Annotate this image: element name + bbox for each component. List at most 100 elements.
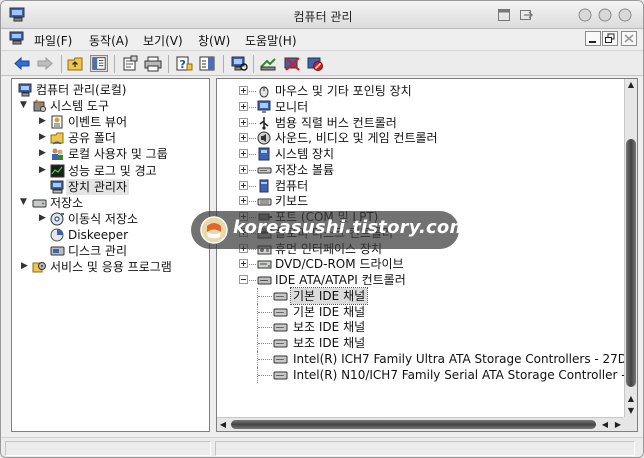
show-hide-action-pane-icon[interactable]: [198, 55, 216, 72]
tree-node[interactable]: ▶ 성능 로그 및 경고: [12, 163, 209, 179]
collapsed-triangle-icon[interactable]: ▶: [39, 149, 48, 158]
close-button-icon[interactable]: [618, 8, 632, 22]
device-tree-node[interactable]: 사운드, 비디오 및 게임 컨트롤러: [217, 130, 625, 146]
tree-node[interactable]: ▶ 로컬 사용자 및 그룹: [12, 146, 209, 162]
expand-plus-icon[interactable]: [239, 196, 248, 206]
back-arrow-icon[interactable]: [13, 55, 31, 72]
watermark-text: koreasushi.tistory.com: [233, 217, 469, 238]
expanded-triangle-icon[interactable]: ▼: [20, 197, 29, 207]
document-menu-icon[interactable]: [9, 31, 26, 46]
collapse-minus-icon[interactable]: [239, 275, 248, 284]
device-tree-node[interactable]: Intel(R) ICH7 Family Ultra ATA Storage C…: [217, 350, 634, 367]
tree-node[interactable]: ▶ 공유 폴더: [12, 130, 209, 146]
collapsed-triangle-icon[interactable]: ▶: [39, 213, 48, 223]
tree-line: [249, 201, 256, 203]
tree-node[interactable]: 장치 관리자: [12, 178, 209, 195]
system-device-icon: [257, 147, 272, 161]
properties-icon[interactable]: [121, 55, 139, 72]
expanded-triangle-icon[interactable]: ▼: [20, 101, 29, 110]
device-tree-node[interactable]: 보조 IDE 채널: [217, 335, 625, 351]
menu-help[interactable]: 도움말(H): [245, 32, 297, 49]
disable-device-icon[interactable]: [306, 55, 324, 72]
help-icon[interactable]: ?: [175, 55, 193, 72]
device-tree-node[interactable]: 범용 직렬 버스 컨트롤러: [217, 115, 625, 131]
storage-icon: [32, 196, 47, 210]
child-restore-button[interactable]: [602, 31, 618, 46]
tree-node[interactable]: ▼ 시스템 도구: [12, 98, 209, 114]
maximize-button-icon[interactable]: [598, 8, 612, 22]
device-tree-node[interactable]: 저장소 볼륨: [217, 162, 625, 178]
up-folder-icon[interactable]: [67, 55, 85, 72]
expand-plus-icon[interactable]: [239, 101, 248, 111]
menu-file[interactable]: 파일(F): [34, 32, 72, 49]
tree-node[interactable]: Diskeeper: [12, 227, 209, 243]
scroll-up-icon[interactable]: ▲: [625, 79, 637, 91]
expand-plus-icon[interactable]: [239, 164, 248, 174]
horizontal-scrollbar[interactable]: ◀ ◀ ▶: [217, 417, 625, 431]
tree-node[interactable]: 디스크 관리: [12, 243, 209, 259]
scroll-left-icon[interactable]: ◀: [217, 419, 229, 431]
collapsed-triangle-icon[interactable]: ▶: [39, 133, 48, 142]
ide-channel-icon: [273, 352, 288, 366]
minimize-button-icon[interactable]: [578, 8, 592, 22]
device-node-label: IDE ATA/ATAPI 컨트롤러: [275, 273, 406, 287]
child-close-button[interactable]: [621, 31, 637, 46]
device-tree-node[interactable]: 마우스 및 기타 포인팅 장치: [217, 83, 625, 99]
tree-node-label: 서비스 및 응용 프로그램: [50, 260, 172, 275]
move-to-desktop-icon[interactable]: [519, 8, 533, 22]
device-tree-node[interactable]: 시스템 장치: [217, 146, 625, 162]
expand-plus-icon[interactable]: [239, 259, 248, 269]
device-node-label: 모니터: [275, 99, 309, 114]
tree-node-label: Diskeeper: [68, 227, 129, 242]
menu-action[interactable]: 동작(A): [89, 32, 129, 49]
device-tree-node[interactable]: IDE ATA/ATAPI 컨트롤러: [217, 272, 625, 288]
tree-line: [249, 138, 256, 140]
console-tree-pane[interactable]: 컴퓨터 관리(로컬) ▼ 시스템 도구 ▶ 이벤트 뷰어 ▶ 공유 폴더 ▶ 로컬 사용자 및 …: [11, 78, 210, 432]
horizontal-scroll-thumb[interactable]: [231, 420, 596, 429]
tree-node[interactable]: 컴퓨터 관리(로컬): [12, 82, 209, 98]
expand-plus-icon[interactable]: [239, 133, 248, 143]
print-icon[interactable]: [144, 55, 162, 72]
shared-folder-icon: [50, 131, 65, 145]
expand-plus-icon[interactable]: [239, 180, 248, 190]
menu-window[interactable]: 창(W): [198, 32, 230, 49]
tree-node[interactable]: ▶ 이동식 저장소: [12, 211, 209, 227]
device-tree-node[interactable]: DVD/CD-ROM 드라이브: [217, 256, 625, 272]
expand-plus-icon[interactable]: [239, 117, 248, 127]
device-list-pane[interactable]: 마우스 및 기타 포인팅 장치 모니터 범용 직렬 버스 컨트롤러 사운드, 비디오 …: [216, 78, 638, 432]
device-tree-node[interactable]: 기본 IDE 채널: [217, 286, 625, 305]
menu-view[interactable]: 보기(V): [143, 32, 183, 49]
sushi-logo-icon: [200, 216, 228, 244]
device-tree-node[interactable]: Intel(R) N10/ICH7 Family Serial ATA Stor…: [217, 366, 637, 383]
device-node-label: 시스템 장치: [275, 147, 335, 161]
device-tree-node[interactable]: 컴퓨터: [217, 178, 625, 194]
device-node-label: 마우스 및 기타 포인팅 장치: [275, 84, 412, 98]
scan-hardware-changes-icon[interactable]: [230, 55, 248, 72]
device-tree-node[interactable]: 기본 IDE 채널: [217, 303, 625, 320]
vertical-scroll-thumb[interactable]: [626, 139, 636, 387]
device-tree-node[interactable]: 보조 IDE 채널: [217, 319, 625, 336]
child-minimize-button[interactable]: [585, 31, 601, 46]
tree-line: [249, 154, 256, 155]
device-tree-node[interactable]: 키보드: [217, 193, 625, 209]
shade-window-icon[interactable]: [497, 8, 511, 22]
scroll-left-icon[interactable]: ◀: [599, 419, 611, 431]
tree-node[interactable]: ▼ 저장소: [12, 195, 209, 211]
uninstall-device-icon[interactable]: [283, 55, 301, 72]
scroll-down-icon[interactable]: ▲: [625, 393, 637, 405]
show-hide-console-tree-icon[interactable]: [90, 55, 108, 72]
expand-plus-icon[interactable]: [239, 149, 248, 158]
title-bar[interactable]: 컴퓨터 관리: [1, 1, 643, 29]
vertical-scrollbar[interactable]: ▲ ▲ ▼: [624, 79, 637, 417]
tree-node[interactable]: ▶ 이벤트 뷰어: [12, 114, 209, 130]
scroll-down-icon[interactable]: ▼: [625, 405, 637, 417]
tree-line: [258, 311, 272, 313]
collapsed-triangle-icon[interactable]: ▶: [21, 262, 30, 271]
device-tree-node[interactable]: 모니터: [217, 99, 625, 115]
update-driver-icon[interactable]: [259, 55, 277, 72]
collapsed-triangle-icon[interactable]: ▶: [39, 165, 48, 175]
tree-node[interactable]: ▶ 서비스 및 응용 프로그램: [12, 259, 209, 275]
collapsed-triangle-icon[interactable]: ▶: [39, 117, 48, 126]
expand-plus-icon[interactable]: [239, 86, 248, 95]
users-icon: [50, 147, 65, 161]
